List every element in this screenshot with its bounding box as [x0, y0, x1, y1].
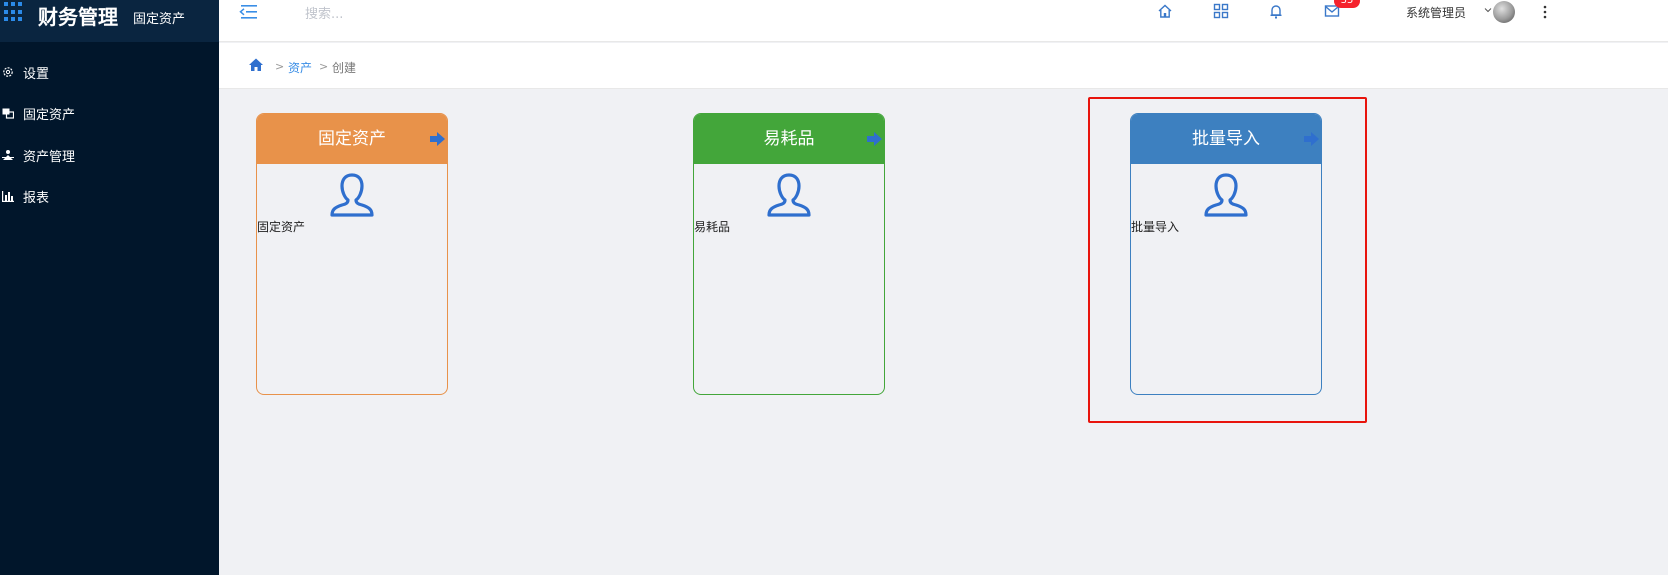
sidebar-item-asset-management[interactable]: 资产管理 [0, 136, 219, 174]
card-label: 易耗品 [694, 220, 731, 234]
arrow-right-icon[interactable] [430, 132, 445, 146]
chevron-down-icon[interactable] [1484, 6, 1492, 14]
sidebar-item-label: 固定资产 [23, 107, 76, 123]
grid-icon[interactable] [1213, 3, 1229, 19]
sidebar-item-reports[interactable]: 报表 [0, 177, 219, 215]
sidebar-item-label: 报表 [23, 190, 50, 206]
more-vertical-icon[interactable] [1543, 5, 1547, 19]
sidebar-item-label: 设置 [23, 66, 50, 82]
card-header[interactable]: 易耗品 [694, 114, 884, 164]
user-icon [330, 173, 374, 217]
card-consumables[interactable]: 易耗品 易耗品 [693, 113, 885, 395]
mail-badge: 35 [1334, 0, 1360, 8]
gear-icon [3, 67, 13, 77]
card-header[interactable]: 固定资产 [257, 114, 447, 164]
breadcrumb-link-assets[interactable]: 资产 [288, 59, 312, 76]
breadcrumb-current: 创建 [332, 61, 357, 75]
brand-title: 财务管理 [38, 5, 118, 29]
apps-logo-icon [4, 2, 24, 22]
avatar[interactable] [1493, 1, 1515, 23]
brand-header: 财务管理 固定资产 [0, 0, 219, 42]
sidebar-item-label: 资产管理 [23, 149, 76, 165]
home-icon[interactable] [1157, 3, 1173, 19]
breadcrumb-separator: > [319, 60, 329, 73]
home-icon[interactable] [249, 58, 263, 71]
breadcrumb-separator: > [275, 60, 285, 73]
arrow-right-icon[interactable] [867, 132, 882, 146]
sidebar: 财务管理 固定资产 设置 固定资产 资产管理 报表 [0, 0, 219, 575]
menu-collapse-icon[interactable] [239, 4, 257, 20]
sidebar-item-settings[interactable]: 设置 [0, 53, 219, 91]
user-icon [767, 173, 811, 217]
card-title: 易耗品 [763, 129, 815, 149]
highlight-annotation-box [1088, 97, 1367, 423]
search-input[interactable] [305, 5, 505, 23]
asset-icon [2, 108, 14, 119]
breadcrumb: > 资产 > 创建 [219, 43, 1668, 89]
brand-subtitle: 固定资产 [133, 12, 186, 27]
card-title: 固定资产 [318, 129, 386, 149]
manage-icon [2, 150, 14, 160]
topbar: 35 系统管理员 [219, 0, 1668, 42]
bell-icon[interactable] [1268, 3, 1284, 19]
chart-icon [2, 191, 14, 202]
card-label: 固定资产 [257, 220, 306, 234]
user-name[interactable]: 系统管理员 [1406, 4, 1466, 21]
card-fixed-assets[interactable]: 固定资产 固定资产 [256, 113, 448, 395]
sidebar-item-fixed-assets[interactable]: 固定资产 [0, 94, 219, 132]
